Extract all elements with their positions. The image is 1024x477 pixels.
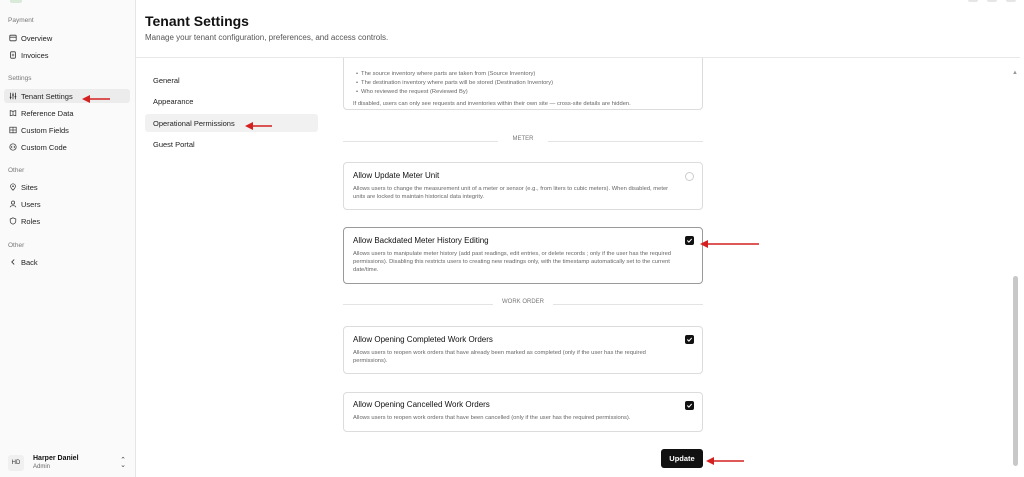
setting-title: Allow Opening Cancelled Work Orders bbox=[353, 400, 490, 409]
subnav-operational-permissions[interactable]: Operational Permissions bbox=[145, 114, 318, 132]
sidebar-item-back[interactable]: Back bbox=[4, 255, 130, 269]
user-role: Admin bbox=[33, 464, 51, 470]
bullet-item: The source inventory where parts are tak… bbox=[356, 71, 535, 77]
user-meta: Harper Daniel Admin bbox=[33, 455, 79, 471]
subnav-general[interactable]: General bbox=[145, 71, 318, 89]
setting-card-open-completed[interactable]: Allow Opening Completed Work Orders Allo… bbox=[343, 326, 703, 374]
section-divider-work-order: WORK ORDER bbox=[343, 299, 703, 309]
sidebar: Payment Overview Invoices Settings Tenan… bbox=[0, 0, 136, 477]
setting-card-backdated-meter[interactable]: Allow Backdated Meter History Editing Al… bbox=[343, 227, 703, 284]
setting-description: Allows users to manipulate meter history… bbox=[353, 251, 672, 273]
annotation-arrow bbox=[245, 118, 272, 130]
user-menu[interactable]: HD Harper Daniel Admin ⌃ ⌄ bbox=[4, 451, 132, 475]
setting-description: Allows users to reopen work orders that … bbox=[353, 415, 631, 421]
bullet-item: Who reviewed the request (Reviewed By) bbox=[356, 89, 468, 95]
sidebar-item-tenant-settings[interactable]: Tenant Settings bbox=[4, 89, 130, 103]
sidebar-item-custom-code[interactable]: Custom Code bbox=[4, 140, 130, 154]
sidebar-item-invoices[interactable]: Invoices bbox=[4, 48, 130, 62]
chevron-up-down-icon: ⌃ ⌄ bbox=[120, 457, 126, 469]
section-divider-meter: METER bbox=[343, 136, 703, 146]
code-icon bbox=[8, 143, 17, 152]
sidebar-section-label: Other bbox=[8, 167, 25, 174]
user-name: Harper Daniel bbox=[33, 455, 79, 462]
setting-card-update-meter-unit[interactable]: Allow Update Meter Unit Allows users to … bbox=[343, 162, 703, 210]
book-icon bbox=[8, 109, 17, 118]
annotation-arrow bbox=[706, 453, 744, 465]
app-root: Payment Overview Invoices Settings Tenan… bbox=[0, 0, 1024, 477]
update-meter-unit-checkbox[interactable] bbox=[685, 172, 694, 181]
logo bbox=[10, 0, 22, 3]
chevron-left-icon bbox=[8, 258, 17, 267]
sidebar-item-label: Reference Data bbox=[21, 108, 74, 118]
location-pin-icon bbox=[8, 183, 17, 192]
sidebar-item-label: Roles bbox=[21, 216, 41, 226]
sidebar-item-roles[interactable]: Roles bbox=[4, 214, 130, 228]
sidebar-item-overview[interactable]: Overview bbox=[4, 31, 130, 45]
sidebar-item-label: Overview bbox=[21, 33, 53, 43]
grid-icon bbox=[8, 126, 17, 135]
bullet-item: The destination inventory where parts wi… bbox=[356, 80, 553, 86]
sidebar-section-label: Settings bbox=[8, 75, 32, 82]
cross-site-card: The source inventory where parts are tak… bbox=[343, 58, 703, 110]
overview-icon bbox=[8, 34, 17, 43]
sidebar-item-users[interactable]: Users bbox=[4, 197, 130, 211]
annotation-arrow bbox=[700, 236, 759, 248]
sidebar-item-label: Sites bbox=[21, 182, 38, 192]
sidebar-item-label: Invoices bbox=[21, 50, 49, 60]
sliders-icon bbox=[8, 92, 17, 101]
subnav-appearance[interactable]: Appearance bbox=[145, 92, 318, 110]
setting-description: Allows users to change the measurement u… bbox=[353, 186, 669, 200]
open-cancelled-checkbox[interactable] bbox=[685, 401, 694, 410]
sidebar-item-label: Tenant Settings bbox=[21, 91, 73, 101]
sidebar-item-reference-data[interactable]: Reference Data bbox=[4, 106, 130, 120]
sidebar-item-label: Users bbox=[21, 199, 41, 209]
sidebar-item-label: Custom Code bbox=[21, 142, 67, 152]
sidebar-section-label: Payment bbox=[8, 17, 34, 24]
check-icon bbox=[686, 403, 693, 408]
update-button[interactable]: Update bbox=[661, 449, 703, 468]
sidebar-section-label: Other bbox=[8, 242, 25, 249]
settings-content: The source inventory where parts are tak… bbox=[330, 58, 1020, 477]
sidebar-item-label: Custom Fields bbox=[21, 125, 69, 135]
sidebar-item-sites[interactable]: Sites bbox=[4, 180, 130, 194]
invoice-icon bbox=[8, 51, 17, 60]
setting-card-open-cancelled[interactable]: Allow Opening Cancelled Work Orders Allo… bbox=[343, 392, 703, 432]
window-controls bbox=[968, 0, 1016, 2]
page-subtitle: Manage your tenant configuration, prefer… bbox=[145, 33, 389, 42]
avatar: HD bbox=[8, 455, 24, 471]
sidebar-item-custom-fields[interactable]: Custom Fields bbox=[4, 123, 130, 137]
scroll-up-icon[interactable]: ▲ bbox=[1012, 70, 1018, 76]
shield-icon bbox=[8, 217, 17, 226]
sidebar-item-label: Back bbox=[21, 257, 38, 267]
check-icon bbox=[686, 238, 693, 243]
scrollbar-thumb[interactable] bbox=[1013, 276, 1018, 466]
open-completed-checkbox[interactable] bbox=[685, 335, 694, 344]
annotation-arrow bbox=[82, 91, 110, 103]
subnav-guest-portal[interactable]: Guest Portal bbox=[145, 135, 318, 153]
setting-title: Allow Backdated Meter History Editing bbox=[353, 236, 489, 245]
setting-title: Allow Opening Completed Work Orders bbox=[353, 335, 493, 344]
check-icon bbox=[686, 337, 693, 342]
setting-description: Allows users to reopen work orders that … bbox=[353, 350, 646, 364]
page-title: Tenant Settings bbox=[145, 13, 249, 29]
user-icon bbox=[8, 200, 17, 209]
backdated-meter-checkbox[interactable] bbox=[685, 236, 694, 245]
setting-title: Allow Update Meter Unit bbox=[353, 171, 440, 180]
card-note: If disabled, users can only see requests… bbox=[353, 101, 631, 107]
